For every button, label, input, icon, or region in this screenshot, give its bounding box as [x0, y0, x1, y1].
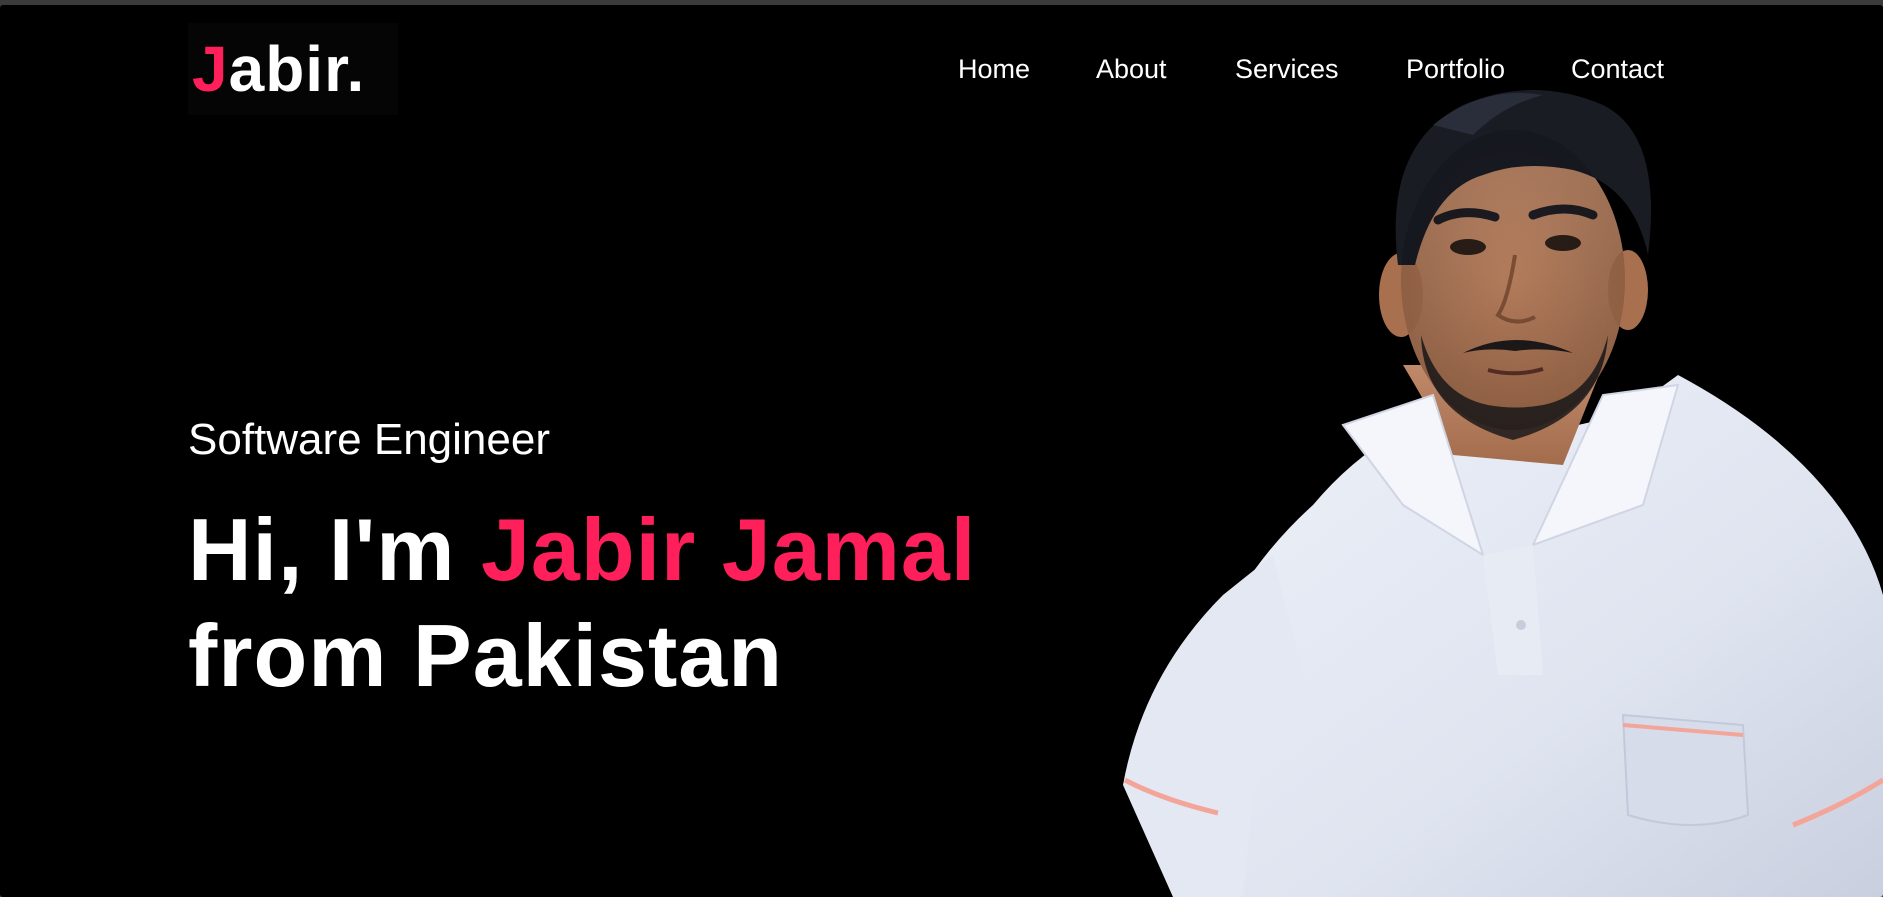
logo-text: abir	[228, 33, 347, 105]
headline-name: Jabir Jamal	[480, 500, 977, 599]
headline-location: from Pakistan	[188, 606, 783, 705]
hero-subtitle: Software Engineer	[188, 415, 550, 464]
hero-headline: Hi, I'm Jabir Jamal from Pakistan	[188, 497, 976, 709]
site-logo[interactable]: Jabir.	[188, 23, 398, 115]
nav-home[interactable]: Home	[958, 49, 1030, 89]
logo-dot: .	[346, 33, 366, 105]
logo-initial: J	[192, 33, 229, 105]
browser-frame: Jabir. Home About Services Portfolio Con…	[0, 0, 1883, 897]
headline-greeting: Hi, I'm	[188, 500, 481, 599]
hero-section: Jabir. Home About Services Portfolio Con…	[0, 5, 1883, 897]
person-portrait-image	[1123, 90, 1883, 897]
